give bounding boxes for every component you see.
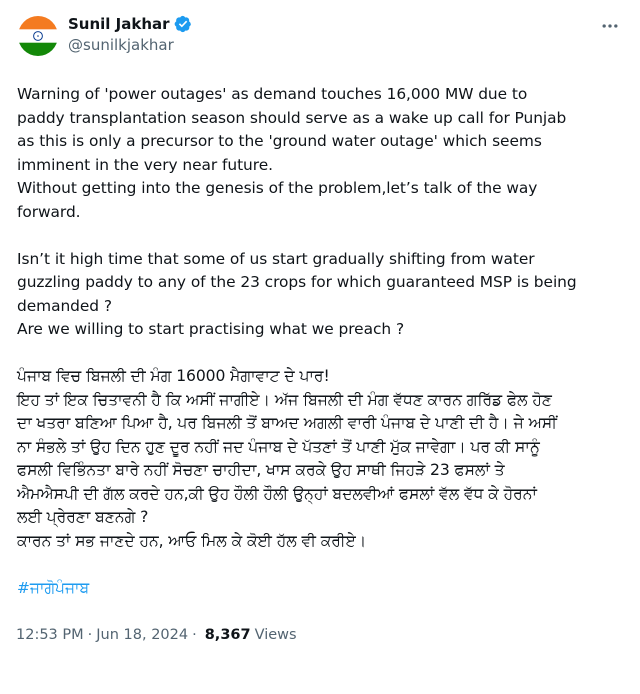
meta-separator: · (192, 627, 197, 643)
indian-flag-avatar-icon (18, 16, 58, 56)
english-line: paddy transplantation season should serv… (17, 108, 567, 127)
name-row: Sunil Jakhar (68, 14, 192, 34)
meta-separator: · (87, 627, 93, 643)
tweet-meta: 12:53 PM · Jun 18, 2024 · 8,367 Views (16, 625, 624, 645)
english-line: imminent in the very near future. (17, 155, 273, 174)
more-horizontal-icon (602, 24, 618, 28)
more-options-button[interactable] (598, 16, 622, 36)
tweet: Sunil Jakhar @sunilkjakhar Warning of 'p… (0, 0, 640, 694)
author-names: Sunil Jakhar @sunilkjakhar (68, 14, 192, 55)
punjabi-line: ਪੰਜਾਬ ਵਿਚ ਬਿਜਲੀ ਦੀ ਮੰਗ 16000 ਮੈਗਾਵਾਟ ਦੇ … (17, 367, 330, 385)
english-line: forward. (17, 202, 81, 221)
punjabi-line: ਦਾ ਖਤਰਾ ਬਣਿਆ ਪਿਆ ਹੈ, ਪਰ ਬਿਜਲੀ ਤੋਂ ਬਾਅਦ ਅ… (17, 414, 557, 432)
punjabi-line: ਐਮਐਸਪੀ ਦੀ ਗੱਲ ਕਰਦੇ ਹਨ,ਕੀ ਉਹ ਹੌਲੀ ਹੌਲੀ ਉਨ… (17, 484, 537, 503)
verified-badge-icon[interactable] (174, 15, 192, 33)
views-count: 8,367 (204, 627, 251, 643)
tweet-time[interactable]: 12:53 PM (16, 625, 84, 645)
punjabi-line: ਫਸਲੀ ਵਿਭਿੰਨਤਾ ਬਾਰੇ ਨਹੀਂ ਸੋਚਣਾ ਚਾਹੀਦਾ, ਖਾ… (17, 461, 505, 479)
avatar[interactable] (18, 16, 58, 56)
english-line: Isn’t it high time that some of us start… (17, 249, 535, 268)
handle[interactable]: @sunilkjakhar (68, 35, 192, 55)
display-name[interactable]: Sunil Jakhar (68, 14, 170, 34)
english-line: guzzling paddy to any of the 23 crops fo… (17, 273, 577, 291)
english-line: Are we willing to start practising what … (17, 320, 405, 338)
punjabi-line: ਇਹ ਤਾਂ ਇਕ ਚਿਤਾਵਨੀ ਹੈ ਕਿ ਅਸੀਂ ਜਾਗੀਏ। ਅੱਜ … (17, 390, 552, 409)
views-label: Views (254, 627, 297, 643)
tweet-header: Sunil Jakhar @sunilkjakhar (16, 12, 624, 60)
punjabi-line: ਕਾਰਨ ਤਾਂ ਸਭ ਜਾਣਦੇ ਹਨ, ਆਓ ਮਿਲ ਕੇ ਕੋਈ ਹੱਲ … (17, 531, 367, 550)
english-line: Warning of 'power outages' as demand tou… (17, 85, 528, 103)
punjabi-line: ਲਈ ਪ੍ਰੇਰਣਾ ਬਣਨਗੇ ? (17, 508, 149, 526)
tweet-date[interactable]: Jun 18, 2024 (96, 625, 188, 645)
english-line: as this is only a precursor to the 'grou… (17, 132, 542, 150)
tweet-text: Warning of 'power outages' as demand tou… (16, 83, 627, 600)
hashtag-link[interactable]: #ਜਾਗੋਪੰਜਾਬ (17, 577, 89, 601)
english-line: demanded ? (17, 296, 112, 315)
english-line: Without getting into the genesis of the … (17, 179, 538, 197)
punjabi-line: ਨਾ ਸੰਭਲੇ ਤਾਂ ਉਹ ਦਿਨ ਹੁਣ ਦੂਰ ਨਹੀਂ ਜਦ ਪੰਜਾ… (17, 437, 540, 456)
